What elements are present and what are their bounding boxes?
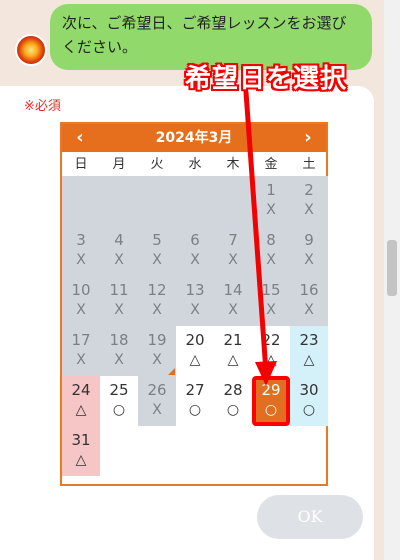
calendar-day: 12 X <box>138 276 176 326</box>
required-label: ※必須 <box>24 99 61 114</box>
weekday-thu: 木 <box>226 157 240 172</box>
calendar-day[interactable]: 22 △ <box>252 326 290 376</box>
weekday-header-row: 日 月 火 水 木 金 土 <box>62 154 326 176</box>
bot-avatar <box>15 34 47 66</box>
scrollbar-track[interactable] <box>384 0 400 560</box>
weekday-mon: 月 <box>112 157 126 172</box>
calendar-day: 17 X <box>62 326 100 376</box>
annotation-label: 希望日を選択 <box>185 64 348 94</box>
calendar-day: 4X <box>100 226 138 276</box>
calendar-day[interactable]: 21 △ <box>214 326 252 376</box>
calendar-day: 3X <box>62 226 100 276</box>
calendar-day[interactable]: 23 △ <box>290 326 328 376</box>
calendar-day: 8X <box>252 226 290 276</box>
calendar-header: ‹ 2024年3月 › <box>62 124 326 152</box>
weekday-sun: 日 <box>74 157 88 172</box>
calendar-day[interactable]: 25 ○ <box>100 376 138 426</box>
calendar-day: 9X <box>290 226 328 276</box>
calendar-empty-cells <box>62 176 252 226</box>
calendar-day[interactable]: 28 ○ <box>214 376 252 426</box>
calendar-day: 13 X <box>176 276 214 326</box>
weekday-tue: 火 <box>150 157 164 172</box>
calendar-day-selected[interactable]: 29 ○ <box>252 376 290 426</box>
calendar-day: 5X <box>138 226 176 276</box>
calendar-day[interactable]: 30 ○ <box>290 376 328 426</box>
weekday-fri: 金 <box>264 157 278 172</box>
calendar-day: 19 X <box>138 326 176 376</box>
calendar-day: 2X <box>290 176 328 226</box>
calendar-day: 14 X <box>214 276 252 326</box>
calendar-day: 1X <box>252 176 290 226</box>
calendar-day[interactable]: 20 △ <box>176 326 214 376</box>
ok-button[interactable]: OK <box>257 495 363 539</box>
chat-message-text: 次に、ご希望日、ご希望レッスンをお選びください。 <box>62 14 347 56</box>
calendar-day: 7X <box>214 226 252 276</box>
prev-month-button[interactable]: ‹ <box>66 124 94 152</box>
calendar-day[interactable]: 31 △ <box>62 426 100 476</box>
calendar-day: 16 X <box>290 276 328 326</box>
calendar-day[interactable]: 24 △ <box>62 376 100 426</box>
calendar-title: 2024年3月 <box>155 130 233 146</box>
calendar-day: 11 X <box>100 276 138 326</box>
calendar-day[interactable]: 27 ○ <box>176 376 214 426</box>
next-month-button[interactable]: › <box>294 124 322 152</box>
weekday-sat: 土 <box>302 157 316 172</box>
calendar-day: 26 X <box>138 376 176 426</box>
calendar: ‹ 2024年3月 › 日 月 火 水 木 金 土 1X 2X 3X 4X 5X… <box>60 122 328 486</box>
weekday-wed: 水 <box>188 157 202 172</box>
scrollbar-thumb[interactable] <box>387 240 397 296</box>
calendar-day: 15 X <box>252 276 290 326</box>
calendar-day: 18 X <box>100 326 138 376</box>
calendar-day: 6X <box>176 226 214 276</box>
calendar-day: 10 X <box>62 276 100 326</box>
corner-marker <box>168 368 175 375</box>
